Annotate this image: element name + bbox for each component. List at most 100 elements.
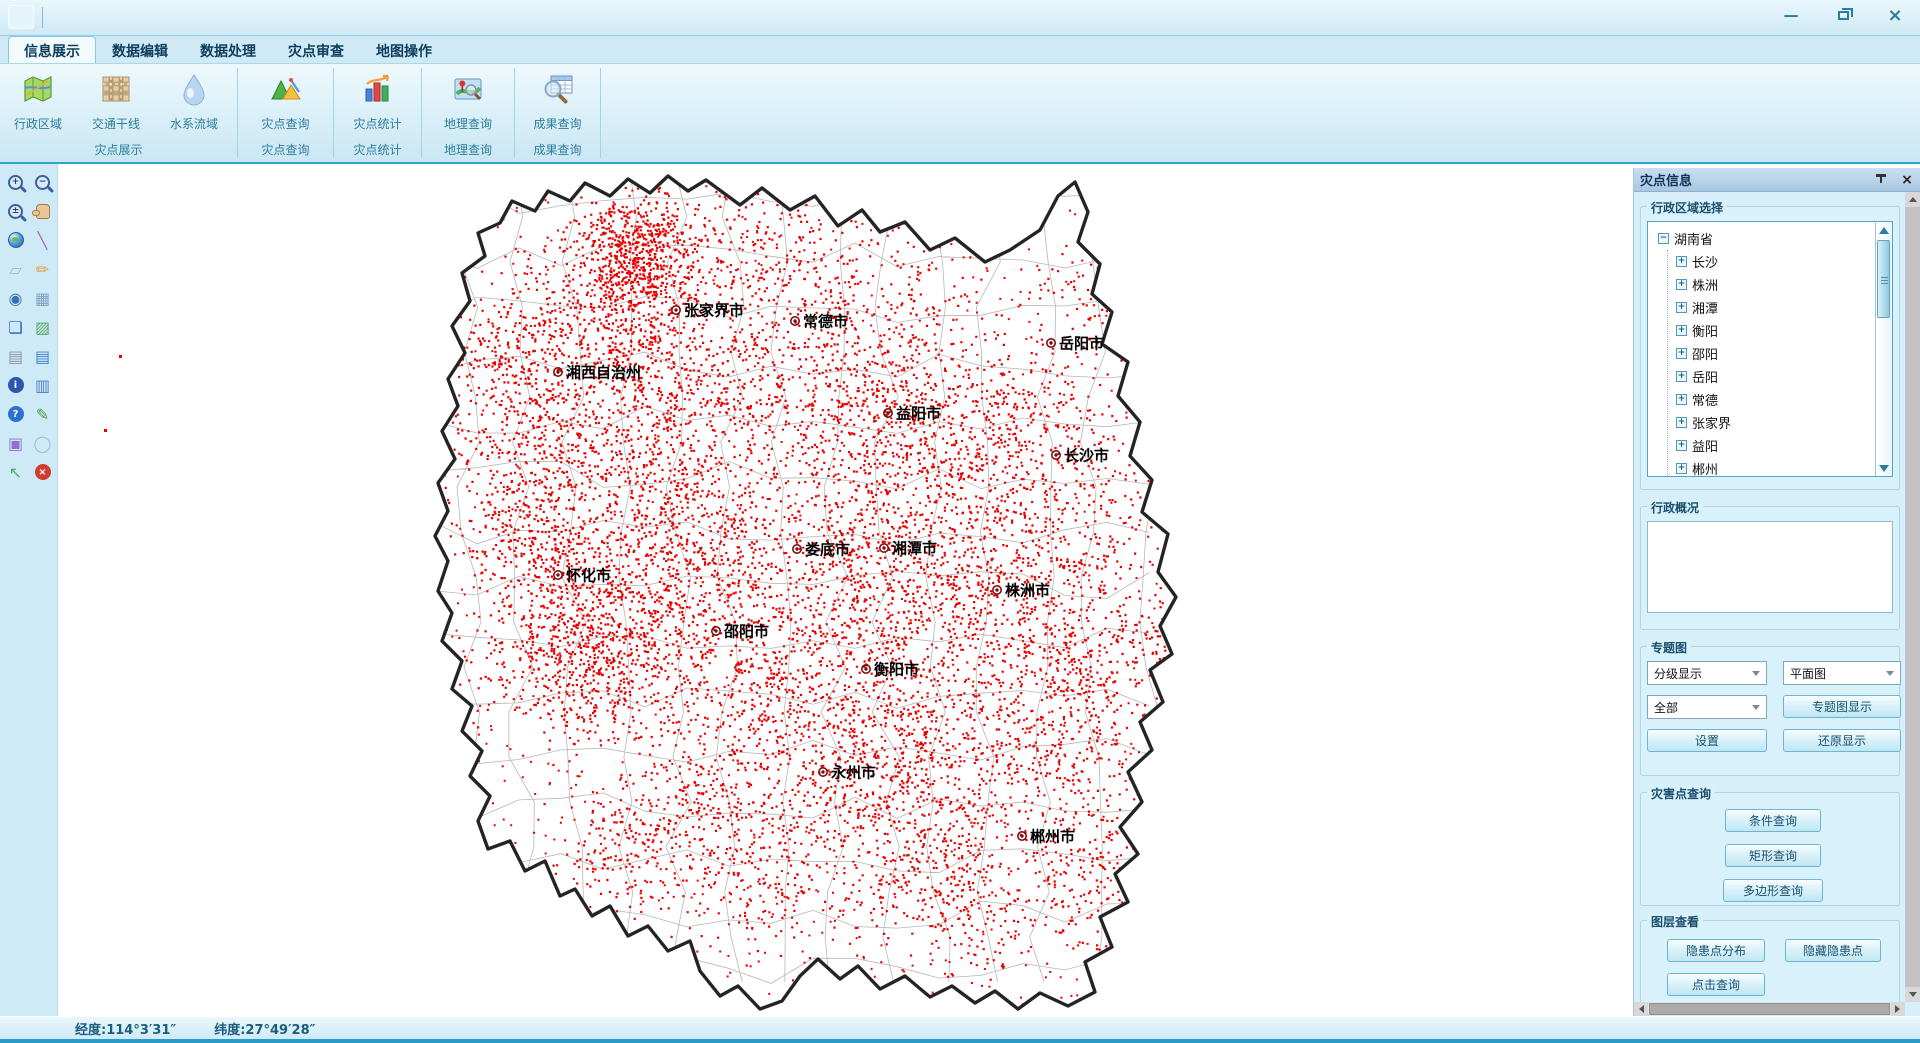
window-layout-icon[interactable]: ❏ <box>3 315 28 339</box>
scroll-left-icon[interactable] <box>1635 1005 1644 1013</box>
overview-textarea[interactable] <box>1647 521 1893 613</box>
close-button[interactable]: × <box>1880 4 1910 26</box>
filter-select[interactable]: 全部 <box>1647 695 1767 719</box>
tree-expander-icon[interactable]: + <box>1676 440 1687 451</box>
map-type-select[interactable]: 平面图 <box>1783 661 1901 685</box>
tree-expander-icon[interactable]: − <box>1658 233 1669 244</box>
disaster-query-button[interactable]: 灾点查询 <box>254 72 318 132</box>
ellipse-icon[interactable]: ◯ <box>30 431 55 455</box>
color-printer-icon[interactable]: ▤ <box>30 344 55 368</box>
tree-item-city[interactable]: +张家界 <box>1676 411 1892 434</box>
polygon-query-button[interactable]: 多边形查询 <box>1723 879 1823 902</box>
tree-item-city[interactable]: + 衡阳 <box>1676 319 1892 342</box>
grid-table-icon[interactable]: ▦ <box>30 286 55 310</box>
full-extent-globe-icon[interactable] <box>3 228 28 252</box>
pan-icon[interactable] <box>30 199 55 223</box>
restore-display-button[interactable]: 还原显示 <box>1783 729 1901 752</box>
group-label: 图层查看 <box>1647 913 1703 930</box>
tree-item-city[interactable]: +株洲 <box>1676 273 1892 296</box>
rectangle-icon[interactable]: ▣ <box>3 431 28 455</box>
tree-expander-icon[interactable]: + <box>1676 348 1687 359</box>
condition-query-button[interactable]: 条件查询 <box>1725 809 1821 832</box>
scroll-down-icon[interactable] <box>1879 465 1889 477</box>
tree-expander-icon[interactable]: + <box>1676 371 1687 382</box>
measure-line-icon[interactable]: ╲ <box>30 228 55 252</box>
tab-map-operation[interactable]: 地图操作 <box>360 36 448 63</box>
geo-map-icon <box>451 72 485 110</box>
shape-icon[interactable]: ▱ <box>3 257 28 281</box>
tree-expander-icon[interactable]: + <box>1676 325 1687 336</box>
longitude-readout: 经度:114°3′31″ <box>75 1019 176 1038</box>
result-query-button[interactable]: 成果查询 <box>526 72 590 132</box>
hide-hazard-button[interactable]: 隐藏隐患点 <box>1785 939 1881 962</box>
zoom-extent-icon[interactable]: ± <box>3 199 28 223</box>
tab-info-display[interactable]: 信息展示 <box>8 36 96 63</box>
minimize-button[interactable]: — <box>1776 4 1806 26</box>
tree-expander-icon[interactable]: + <box>1676 256 1687 267</box>
scroll-up-icon[interactable] <box>1909 193 1917 202</box>
panel-horizontal-scrollbar[interactable] <box>1634 1002 1905 1016</box>
image-icon[interactable]: ▨ <box>30 315 55 339</box>
scroll-right-icon[interactable] <box>1895 1005 1904 1013</box>
tree-scrollbar-thumb[interactable] <box>1877 240 1890 318</box>
tree-expander-icon[interactable]: + <box>1676 302 1687 313</box>
thematic-show-button[interactable]: 专题图显示 <box>1783 695 1901 718</box>
disaster-stats-button[interactable]: 灾点统计 <box>346 72 410 132</box>
tree-item-city[interactable]: +郴州 <box>1676 457 1892 477</box>
tree-item-city[interactable]: +长沙 <box>1676 250 1892 273</box>
svg-text:常德市: 常德市 <box>803 313 848 331</box>
help-icon[interactable]: ? <box>3 402 28 426</box>
zoom-in-icon[interactable]: + <box>3 170 28 194</box>
tree-item-city[interactable]: +常德 <box>1676 388 1892 411</box>
select-arrow-icon[interactable]: ↖ <box>3 460 28 484</box>
scroll-up-icon[interactable] <box>1879 222 1889 234</box>
quick-access-toolbar[interactable] <box>8 5 34 29</box>
hazard-distribution-button[interactable]: 隐患点分布 <box>1667 939 1765 962</box>
display-mode-select[interactable]: 分级显示 <box>1647 661 1767 685</box>
map-tool-strip: +−±╲▱✏◉▦❏▨▤▤i▥?✎▣◯↖× <box>0 164 58 1016</box>
geo-query-button[interactable]: 地理查询 <box>436 72 500 132</box>
search-results-icon <box>541 72 575 110</box>
tree-expander-icon[interactable]: + <box>1676 463 1687 474</box>
tree-item-city[interactable]: +湘潭 <box>1676 296 1892 319</box>
tree-expander-icon[interactable]: + <box>1676 394 1687 405</box>
disaster-query-group: 灾害点查询 条件查询 矩形查询 多边形查询 <box>1640 792 1900 906</box>
water-system-button[interactable]: 水系流域 <box>162 72 226 132</box>
document-icon[interactable]: ▥ <box>30 373 55 397</box>
delete-icon[interactable]: × <box>30 460 55 484</box>
tree-expander-icon[interactable]: + <box>1676 417 1687 428</box>
rectangle-query-button[interactable]: 矩形查询 <box>1725 844 1821 867</box>
restore-button[interactable] <box>1828 4 1858 26</box>
tab-data-edit[interactable]: 数据编辑 <box>96 36 184 63</box>
map-canvas[interactable]: 张家界市常德市岳阳市湘西自治州益阳市长沙市娄底市湘潭市怀化市株洲市邵阳市衡阳市永… <box>0 164 1920 1016</box>
region-area-button[interactable]: 行政区域 <box>6 72 70 132</box>
tree-item-city[interactable]: +邵阳 <box>1676 342 1892 365</box>
ribbon-tabs: 信息展示 数据编辑 数据处理 灾点审查 地图操作 <box>0 36 1920 63</box>
eye-icon[interactable]: ◉ <box>3 286 28 310</box>
scroll-down-icon[interactable] <box>1909 992 1917 1001</box>
tab-data-process[interactable]: 数据处理 <box>184 36 272 63</box>
tree-item-label: 衡阳 <box>1692 321 1718 340</box>
tree-scrollbar[interactable] <box>1875 222 1892 476</box>
tree-item-city[interactable]: +岳阳 <box>1676 365 1892 388</box>
panel-vertical-scrollbar[interactable] <box>1905 192 1920 1002</box>
traffic-line-button[interactable]: 交通干线 <box>84 72 148 132</box>
click-query-button[interactable]: 点击查询 <box>1667 973 1765 996</box>
panel-close-icon[interactable]: × <box>1900 172 1914 188</box>
svg-text:湘潭市: 湘潭市 <box>892 540 937 558</box>
info-icon[interactable]: i <box>3 373 28 397</box>
horizontal-scrollbar-thumb[interactable] <box>1649 1003 1890 1015</box>
brush-icon[interactable]: ✏ <box>30 257 55 281</box>
tree-expander-icon[interactable]: + <box>1676 279 1687 290</box>
zoom-out-icon[interactable]: − <box>30 170 55 194</box>
printer-icon[interactable]: ▤ <box>3 344 28 368</box>
chevron-down-icon <box>1886 671 1894 680</box>
quick-access-separator <box>42 7 43 28</box>
tree-item-city[interactable]: + 益阳 <box>1676 434 1892 457</box>
tree-item-province[interactable]: −湖南省 <box>1658 227 1892 250</box>
pin-icon[interactable] <box>1874 173 1888 187</box>
settings-button[interactable]: 设置 <box>1647 729 1767 752</box>
tab-disaster-review[interactable]: 灾点审查 <box>272 36 360 63</box>
tree-item-label: 益阳 <box>1692 436 1718 455</box>
pen-icon[interactable]: ✎ <box>30 402 55 426</box>
